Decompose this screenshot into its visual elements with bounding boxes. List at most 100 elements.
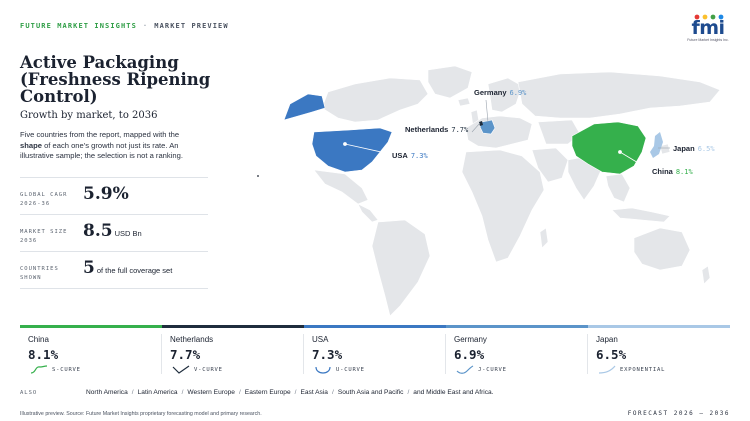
map-label-pct: 6.9% — [509, 89, 527, 97]
stat-number: 8.5 — [83, 221, 113, 241]
stat-global-cagr: GLOBAL CAGR 2026-36 5.9% — [20, 177, 208, 215]
map-label-pct: 7.7% — [451, 126, 469, 134]
stat-value: 8.5 USD Bn — [83, 221, 142, 241]
logo-dot-blue — [718, 14, 724, 20]
card-curve-type: J-CURVE — [478, 367, 507, 373]
region-link[interactable]: North America — [86, 389, 128, 396]
land-new-zealand — [701, 265, 711, 285]
card-usa[interactable]: USA 7.3% U-CURVE — [304, 325, 446, 377]
description-emphasis: shape — [20, 140, 42, 150]
region-link[interactable]: Latin America — [138, 389, 178, 396]
map-label-japan[interactable]: Japan 6.5% — [673, 144, 715, 153]
card-germany[interactable]: Germany 6.9% J-CURVE — [446, 325, 588, 377]
region-separator: / — [331, 389, 334, 396]
marker-china — [618, 150, 622, 154]
also-regions: ALSO North America / Latin America / Western … — [20, 389, 730, 396]
country-cards: China 8.1% S-CURVE Netherlands 7.7% V-CU… — [20, 325, 730, 377]
stat-number: 5.9% — [83, 184, 129, 204]
map-label-pct: 8.1% — [675, 168, 693, 176]
map-label-country: Japan — [673, 144, 695, 153]
fmi-logo[interactable]: fmi Future Market Insights Inc. — [684, 13, 732, 42]
stat-countries-shown: COUNTRIES SHOWN 5 of the full coverage se… — [20, 251, 208, 289]
card-value: 8.1% — [28, 347, 59, 362]
land-iceland — [457, 97, 471, 107]
s-curve-icon — [30, 365, 48, 374]
logo-dot-green — [710, 14, 716, 20]
card-country: USA — [312, 335, 329, 344]
country-usa — [311, 127, 393, 173]
card-value: 7.7% — [170, 347, 201, 362]
stat-unit: USD Bn — [114, 229, 142, 238]
card-value: 7.3% — [312, 347, 343, 362]
world-map-svg — [257, 65, 721, 317]
u-curve-icon — [315, 366, 331, 374]
description-before: Five countries from the report, mapped w… — [20, 130, 180, 139]
page-subtitle: Growth by market, to 2036 — [20, 110, 158, 121]
land-madagascar — [539, 227, 549, 249]
brand-name[interactable]: FUTURE MARKET INSIGHTS — [20, 22, 137, 30]
logo-letters: fmi — [691, 17, 725, 39]
region-link[interactable]: Western Europe — [187, 389, 235, 396]
region-separator: / — [181, 389, 184, 396]
v-curve-icon — [172, 365, 190, 374]
region-link[interactable]: Eastern Europe — [245, 389, 291, 396]
card-country: China — [28, 335, 49, 344]
stat-value: 5 of the full coverage set — [83, 258, 172, 278]
land-southeast-asia — [605, 173, 631, 203]
card-curve-type: EXPONENTIAL — [620, 367, 666, 373]
map-label-country: Netherlands — [405, 125, 449, 134]
page-title: Active Packaging (Freshness Ripening Con… — [20, 53, 211, 106]
forecast-range: FORECAST 2026 – 2036 — [627, 410, 730, 417]
region-link[interactable]: and Middle East and Africa. — [413, 389, 493, 396]
card-curve-type: U-CURVE — [336, 367, 365, 373]
card-country: Netherlands — [170, 335, 214, 344]
land-central-america — [357, 203, 379, 223]
card-country: Germany — [454, 335, 487, 344]
land-mexico — [313, 169, 369, 205]
card-country: Japan — [596, 335, 618, 344]
map-label-netherlands[interactable]: Netherlands 7.7% — [405, 125, 468, 134]
card-value: 6.9% — [454, 347, 485, 362]
card-netherlands[interactable]: Netherlands 7.7% V-CURVE — [162, 325, 304, 377]
country-alaska — [283, 93, 326, 121]
card-japan[interactable]: Japan 6.5% EXPONENTIAL — [588, 325, 730, 377]
j-curve-icon — [456, 365, 474, 374]
map-label-country: China — [652, 167, 673, 176]
region-link[interactable]: South Asia and Pacific — [338, 389, 404, 396]
logo-tagline: Future Market Insights Inc. — [687, 38, 729, 42]
exponential-curve-icon — [598, 365, 616, 374]
land-indonesia — [611, 207, 671, 223]
logo-dot-yellow — [702, 14, 708, 20]
description: Five countries from the report, mapped w… — [20, 130, 198, 162]
description-after: of each one's growth not just its rate. … — [20, 140, 183, 161]
stat-value: 5.9% — [83, 184, 131, 204]
card-value: 6.5% — [596, 347, 627, 362]
also-label: ALSO — [20, 390, 38, 396]
stat-label: COUNTRIES SHOWN — [20, 266, 59, 281]
stat-number: 5 — [83, 258, 95, 278]
land-africa — [461, 149, 545, 263]
map-label-usa[interactable]: USA 7.3% — [392, 151, 428, 160]
header-separator: · — [142, 22, 149, 30]
card-curve-type: V-CURVE — [194, 367, 223, 373]
land-canada — [321, 77, 429, 123]
land-russia — [517, 71, 721, 119]
section-name: MARKET PREVIEW — [154, 22, 229, 30]
footer-note: Illustrative preview. Source: Future Mar… — [20, 411, 262, 417]
logo-dots-icon — [694, 14, 724, 20]
map-label-germany[interactable]: Germany 6.9% — [474, 88, 526, 97]
land-south-america — [371, 219, 431, 317]
region-link[interactable]: East Asia — [300, 389, 328, 396]
map-label-country: USA — [392, 151, 408, 160]
map-label-country: Germany — [474, 88, 507, 97]
land-greenland — [427, 65, 473, 99]
header: FUTURE MARKET INSIGHTS · MARKET PREVIEW — [20, 22, 229, 30]
footer: Illustrative preview. Source: Future Mar… — [20, 410, 730, 417]
card-curve-type: S-CURVE — [52, 367, 81, 373]
world-map: Germany 6.9% Netherlands 7.7% USA 7.3% Japa… — [250, 60, 740, 322]
card-china[interactable]: China 8.1% S-CURVE — [20, 325, 162, 377]
map-label-china[interactable]: China 8.1% — [652, 167, 693, 176]
map-label-pct: 6.5% — [697, 145, 715, 153]
stat-unit: of the full coverage set — [96, 266, 173, 275]
stat-label: GLOBAL CAGR 2026-36 — [20, 192, 68, 207]
